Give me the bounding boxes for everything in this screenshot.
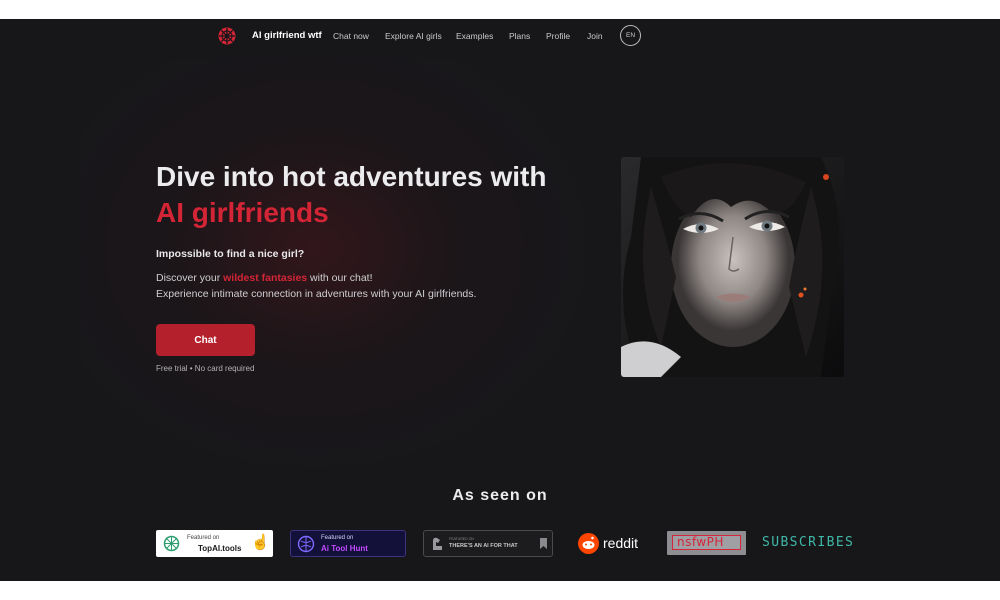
hero-description-line2: Experience intimate connection in advent… xyxy=(156,288,477,300)
hero-description-line1: Discover your wildest fantasies with our… xyxy=(156,272,373,284)
desc-highlight: wildest fantasies xyxy=(223,272,308,284)
nav-examples[interactable]: Examples xyxy=(456,31,493,41)
arm-icon xyxy=(433,537,442,550)
reddit-icon xyxy=(578,533,599,554)
desc-prefix: Discover your xyxy=(156,272,224,284)
reddit-wordmark: reddit xyxy=(603,535,639,551)
portrait-illustration xyxy=(621,157,844,377)
nav-plans[interactable]: Plans xyxy=(509,31,530,41)
nav-explore-ai-girls[interactable]: Explore AI girls xyxy=(385,31,442,41)
hero-title: Dive into hot adventures with AI girlfri… xyxy=(156,159,576,231)
background-glow xyxy=(80,59,600,479)
brain-icon xyxy=(297,535,315,553)
bookmark-icon xyxy=(540,538,547,549)
aithat-featured-label: FEATURED ON xyxy=(449,537,474,541)
ai-tool-hunt-badge[interactable]: Featured on Ai Tool Hunt xyxy=(290,530,406,557)
logo-icon[interactable] xyxy=(218,27,236,45)
theres-an-ai-for-that-badge[interactable]: FEATURED ON THERE'S AN AI FOR THAT xyxy=(423,530,553,557)
nsfwph-wordmark: nsfwPH xyxy=(677,535,724,549)
chat-button[interactable]: Chat xyxy=(156,324,255,356)
subscribes-badge[interactable]: SUBSCRIBES xyxy=(762,530,853,557)
nav-profile[interactable]: Profile xyxy=(546,31,570,41)
hero-title-main: Dive into hot adventures with xyxy=(156,161,547,192)
hero-subheading: Impossible to find a nice girl? xyxy=(156,248,305,260)
language-selector[interactable]: EN xyxy=(620,25,641,46)
reddit-badge[interactable]: reddit xyxy=(578,530,644,557)
as-seen-on-title: As seen on xyxy=(452,487,548,504)
top-nav: AI girlfriend wtf Chat now Explore AI gi… xyxy=(0,19,1000,53)
hunt-name: Ai Tool Hunt xyxy=(321,544,368,553)
page-frame: AI girlfriend wtf Chat now Explore AI gi… xyxy=(0,19,1000,581)
topai-icon xyxy=(163,535,180,552)
hero-portrait-image xyxy=(621,157,844,377)
subscribes-wordmark: SUBSCRIBES xyxy=(762,535,855,550)
hero-title-accent: AI girlfriends xyxy=(156,197,329,228)
hunt-featured-label: Featured on xyxy=(321,535,354,541)
nsfwph-badge[interactable]: nsfwPH xyxy=(667,531,746,555)
topai-name: TopAI.tools xyxy=(198,544,242,553)
topai-tools-badge[interactable]: Featured on TopAI.tools ☝ xyxy=(156,530,273,557)
nav-join[interactable]: Join xyxy=(587,31,603,41)
topai-featured-label: Featured on xyxy=(187,535,220,541)
brand-name[interactable]: AI girlfriend wtf xyxy=(252,30,322,41)
trial-note: Free trial • No card required xyxy=(156,364,255,373)
aithat-name: THERE'S AN AI FOR THAT xyxy=(449,543,518,549)
pointing-hand-icon: ☝ xyxy=(251,534,270,551)
desc-suffix: with our chat! xyxy=(307,272,373,284)
nav-chat-now[interactable]: Chat now xyxy=(333,31,369,41)
